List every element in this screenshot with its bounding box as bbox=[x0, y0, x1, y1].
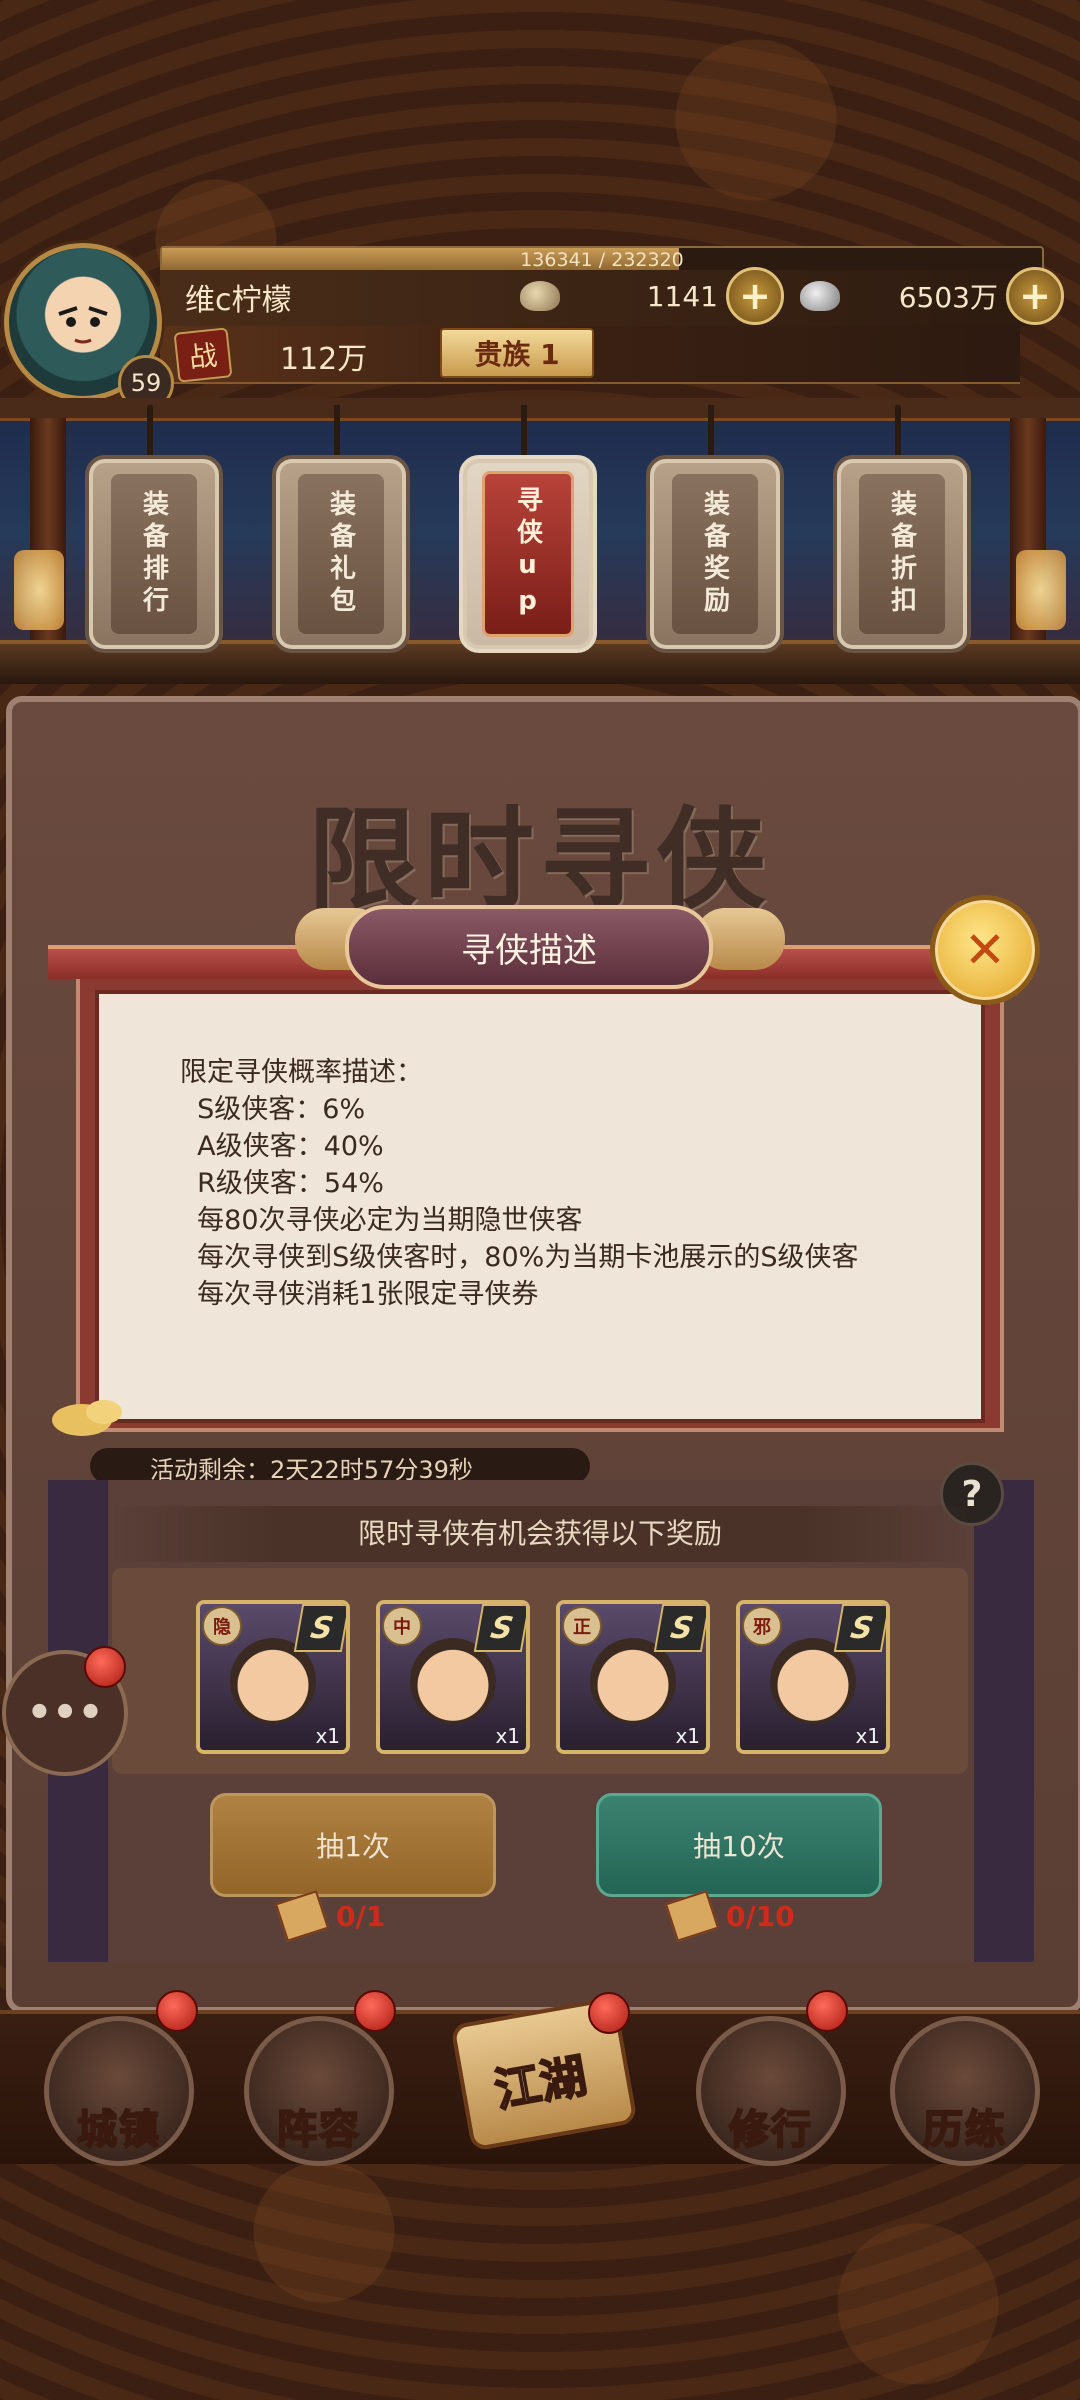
nav-town[interactable]: 城镇 bbox=[44, 2016, 194, 2166]
tab-string bbox=[334, 405, 340, 457]
nav-label: 城镇 bbox=[76, 2106, 161, 2154]
nav-label: 江湖 bbox=[490, 2047, 592, 2118]
add-silver-button[interactable]: + bbox=[1006, 267, 1064, 325]
tab-string bbox=[895, 405, 901, 457]
nav-cultivation[interactable]: 修行 bbox=[696, 2016, 846, 2166]
cloud-ornament-icon bbox=[52, 1400, 122, 1436]
tab-label: 装备奖励 bbox=[672, 474, 758, 634]
hero-quantity: x1 bbox=[855, 1724, 880, 1748]
nav-label: 阵容 bbox=[276, 2106, 361, 2154]
tab-label: 装备排行 bbox=[111, 474, 197, 634]
hero-faction-tag: 中 bbox=[382, 1606, 422, 1646]
tab-hero-search-up[interactable]: 寻侠up bbox=[459, 455, 597, 653]
notification-dot bbox=[156, 1990, 198, 2032]
close-button[interactable]: ✕ bbox=[930, 895, 1040, 1005]
tab-equipment-discount[interactable]: 装备折扣 bbox=[833, 455, 971, 653]
nav-label: 历练 bbox=[922, 2106, 1007, 2154]
hero-rank-badge: S bbox=[653, 1604, 706, 1652]
draw-once-cost: 0/1 bbox=[274, 1890, 386, 1942]
hero-card[interactable]: 隐 S x1 bbox=[196, 1600, 350, 1754]
description-line: R级侠客：54% bbox=[180, 1168, 384, 1199]
nav-label: 修行 bbox=[728, 2106, 813, 2154]
modal-description: 限定寻侠概率描述： S级侠客：6% A级侠客：40% R级侠客：54% 每80次… bbox=[180, 1054, 920, 1313]
tab-equipment-reward[interactable]: 装备奖励 bbox=[646, 455, 784, 653]
tab-equipment-pack[interactable]: 装备礼包 bbox=[272, 455, 410, 653]
nav-lineup[interactable]: 阵容 bbox=[244, 2016, 394, 2166]
hero-rank-badge: S bbox=[473, 1604, 526, 1652]
hero-faction-tag: 正 bbox=[562, 1606, 602, 1646]
battle-power-value: 112万 bbox=[280, 342, 368, 377]
tab-label: 装备礼包 bbox=[298, 474, 384, 634]
gold-ingot-icon bbox=[520, 281, 560, 311]
notification-dot bbox=[806, 1990, 848, 2032]
draw-ten-cost: 0/10 bbox=[664, 1890, 795, 1942]
close-icon: ✕ bbox=[964, 921, 1006, 979]
ticket-icon bbox=[274, 1890, 330, 1942]
hero-card[interactable]: 正 S x1 bbox=[556, 1600, 710, 1754]
exp-text: 136341 / 232320 bbox=[520, 249, 684, 271]
tab-label: 装备折扣 bbox=[859, 474, 945, 634]
description-line: A级侠客：40% bbox=[180, 1131, 384, 1162]
noble-rank-badge[interactable]: 贵族 1 bbox=[440, 328, 594, 378]
ticket-count: 0/10 bbox=[726, 1899, 795, 1933]
notification-dot bbox=[84, 1646, 126, 1688]
tab-string bbox=[708, 405, 714, 457]
tab-equipment-ranking[interactable]: 装备排行 bbox=[85, 455, 223, 653]
reward-header: 限时寻侠有机会获得以下奖励 bbox=[108, 1506, 972, 1562]
ticket-count: 0/1 bbox=[336, 1899, 386, 1933]
hero-quantity: x1 bbox=[315, 1724, 340, 1748]
hero-quantity: x1 bbox=[495, 1724, 520, 1748]
notification-dot bbox=[588, 1992, 630, 2034]
hero-faction-tag: 邪 bbox=[742, 1606, 782, 1646]
nav-trials[interactable]: 历练 bbox=[890, 2016, 1040, 2166]
lantern-right-icon bbox=[1016, 550, 1066, 630]
draw-ten-button[interactable]: 抽10次 bbox=[596, 1793, 882, 1897]
ingot-currency: 1141 + bbox=[520, 267, 790, 325]
ingot-value: 1141 bbox=[646, 279, 718, 313]
description-line: 每次寻侠到S级侠客时，80%为当期卡池展示的S级侠客 bbox=[180, 1242, 859, 1273]
tab-label: 寻侠up bbox=[482, 471, 574, 637]
player-name: 维c柠檬 bbox=[185, 283, 292, 318]
scene-rail bbox=[0, 398, 1080, 421]
description-line: 每80次寻侠必定为当期隐世侠客 bbox=[180, 1205, 583, 1236]
tab-string bbox=[147, 405, 153, 457]
lantern-left-icon bbox=[14, 550, 64, 630]
silver-value: 6503万 bbox=[898, 281, 998, 314]
modal-title: 寻侠描述 bbox=[345, 905, 713, 989]
silver-currency: 6503万 + bbox=[800, 267, 1070, 325]
silver-ingot-icon bbox=[800, 281, 840, 311]
battle-power-icon: 战 bbox=[173, 327, 233, 383]
description-line: 限定寻侠概率描述： bbox=[180, 1057, 423, 1088]
hero-card[interactable]: 邪 S x1 bbox=[736, 1600, 890, 1754]
hero-rank-badge: S bbox=[833, 1604, 886, 1652]
hero-faction-tag: 隐 bbox=[202, 1606, 242, 1646]
avatar-face-icon bbox=[58, 306, 108, 344]
description-line: 每次寻侠消耗1张限定寻侠券 bbox=[180, 1279, 539, 1310]
notification-dot bbox=[354, 1990, 396, 2032]
chat-bubble-icon: ••• bbox=[26, 1690, 104, 1736]
description-line: S级侠客：6% bbox=[180, 1094, 366, 1125]
add-ingot-button[interactable]: + bbox=[726, 267, 784, 325]
hero-card[interactable]: 中 S x1 bbox=[376, 1600, 530, 1754]
draw-once-button[interactable]: 抽1次 bbox=[210, 1793, 496, 1897]
tab-string bbox=[521, 405, 527, 457]
hero-rank-badge: S bbox=[293, 1604, 346, 1652]
hero-quantity: x1 bbox=[675, 1724, 700, 1748]
ticket-icon bbox=[664, 1890, 720, 1942]
